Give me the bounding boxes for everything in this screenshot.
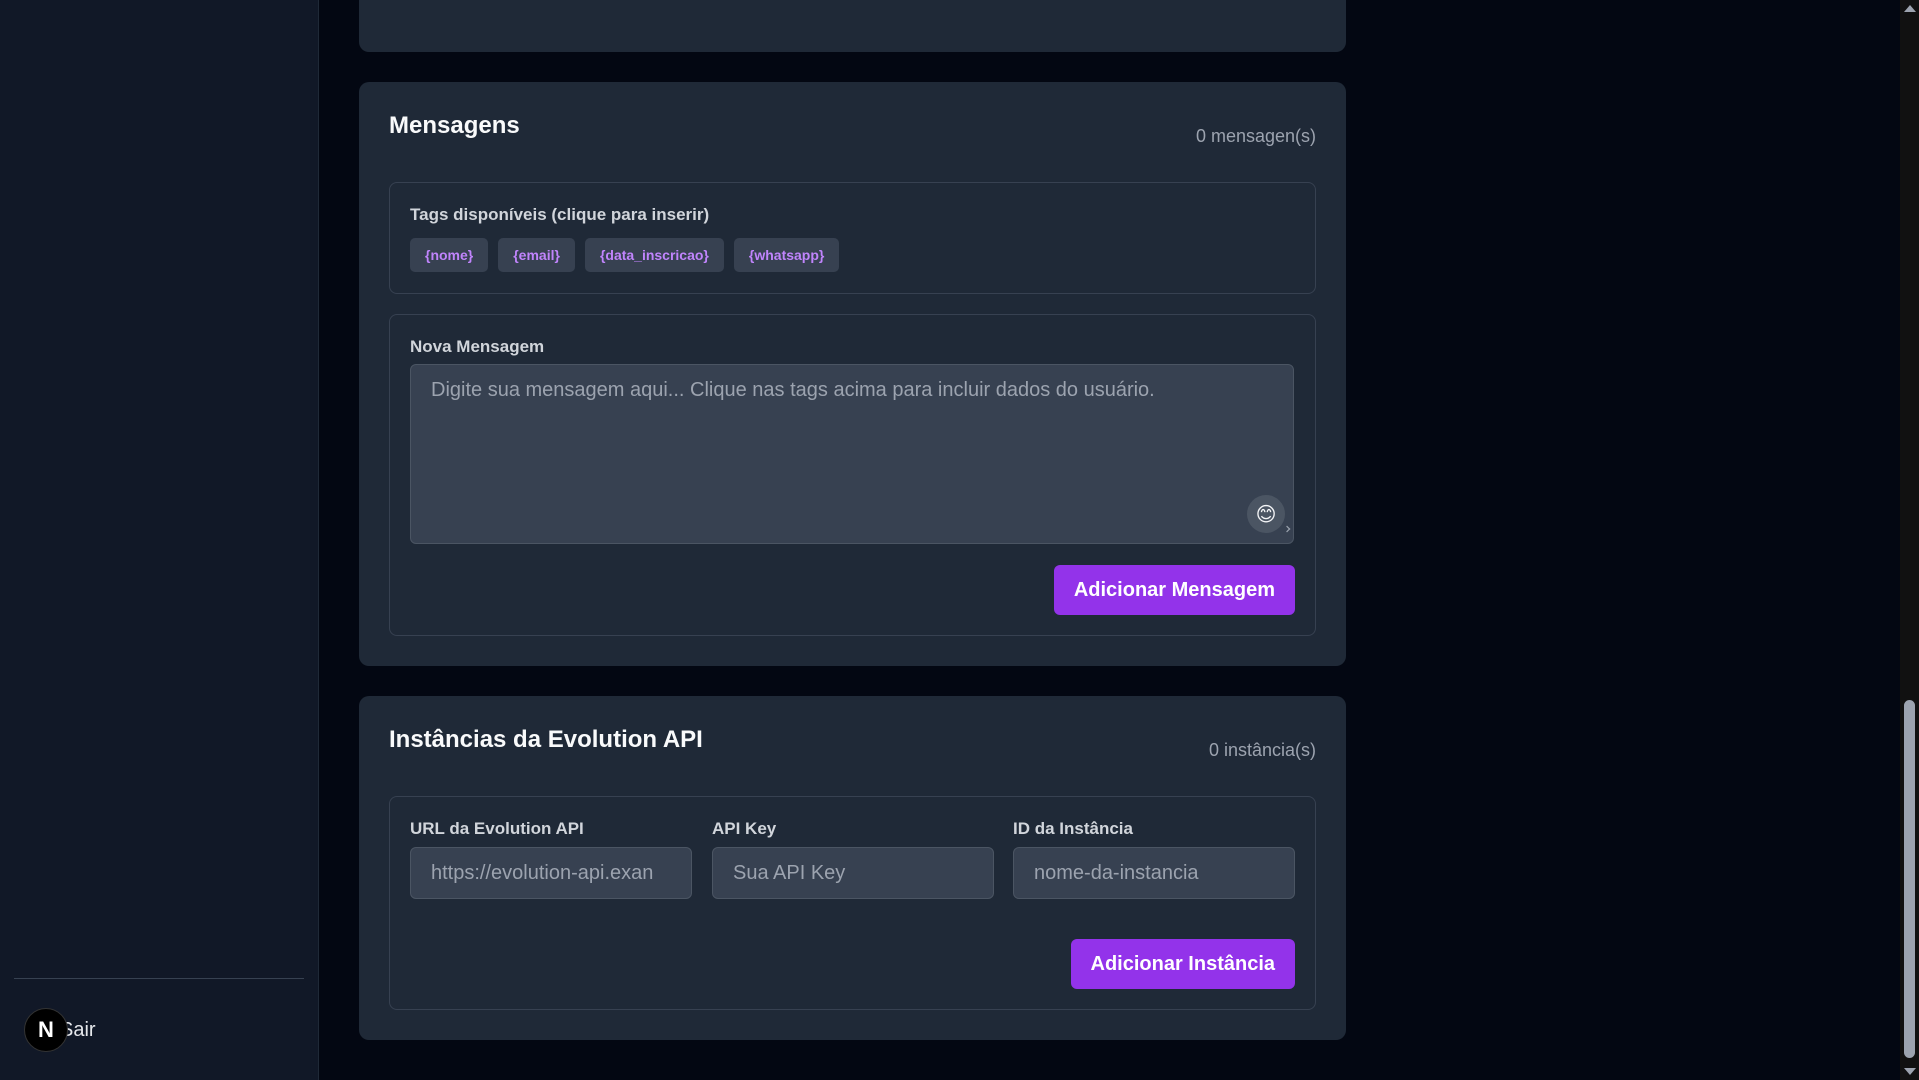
url-label: URL da Evolution API (410, 819, 584, 838)
add-message-button[interactable]: Adicionar Mensagem (1053, 565, 1295, 615)
message-textarea-wrapper: 😊 (410, 364, 1294, 544)
message-textarea[interactable] (411, 365, 1293, 535)
sidebar: N Sair (0, 0, 319, 1080)
tag-data-inscricao[interactable]: {data_inscricao} (584, 238, 724, 272)
messages-count: 0 mensagen(s) (1195, 126, 1316, 146)
api-key-input[interactable] (712, 847, 994, 899)
url-field: URL da Evolution API (410, 819, 692, 899)
sidebar-divider (14, 978, 304, 979)
tags-panel: Tags disponíveis (clique para inserir) {… (389, 182, 1316, 294)
scroll-thumb[interactable] (1904, 700, 1915, 1058)
instance-id-label: ID da Instância (1013, 819, 1133, 838)
new-message-panel: Nova Mensagem 😊 Adicionar Mensagem (389, 314, 1316, 636)
next-logo-icon: N (24, 1008, 68, 1052)
api-key-label: API Key (712, 819, 777, 838)
scroll-up-icon[interactable] (1904, 5, 1916, 12)
add-instance-button[interactable]: Adicionar Instância (1070, 939, 1295, 989)
tags-row: {nome} {email} {data_inscricao} {whatsap… (410, 238, 1295, 272)
instances-count: 0 instância(s) (1208, 740, 1316, 760)
api-key-field: API Key (712, 819, 994, 899)
tag-email[interactable]: {email} (498, 238, 575, 272)
page-scrollbar[interactable] (1900, 0, 1919, 1080)
messages-title: Mensagens (389, 112, 520, 139)
tag-nome[interactable]: {nome} (410, 238, 489, 272)
instance-form-panel: URL da Evolution API API Key ID da Instâ… (389, 796, 1316, 1010)
logout-button[interactable]: N Sair (24, 1008, 96, 1052)
instances-card: Instâncias da Evolution API 0 instância(… (359, 696, 1346, 1040)
main-content: Mensagens 0 mensagen(s) Tags disponíveis… (319, 0, 1900, 1080)
tag-whatsapp[interactable]: {whatsapp} (733, 238, 840, 272)
emoji-picker-icon[interactable]: 😊 (1247, 495, 1285, 533)
tags-label: Tags disponíveis (clique para inserir) (410, 205, 710, 224)
instances-title: Instâncias da Evolution API (389, 726, 703, 753)
messages-card: Mensagens 0 mensagen(s) Tags disponíveis… (359, 82, 1346, 666)
instance-id-input[interactable] (1013, 847, 1295, 899)
instance-id-field: ID da Instância (1013, 819, 1295, 899)
new-message-label: Nova Mensagem (410, 337, 545, 356)
scroll-down-icon[interactable] (1904, 1068, 1916, 1075)
url-input[interactable] (410, 847, 692, 899)
previous-card (359, 0, 1346, 52)
